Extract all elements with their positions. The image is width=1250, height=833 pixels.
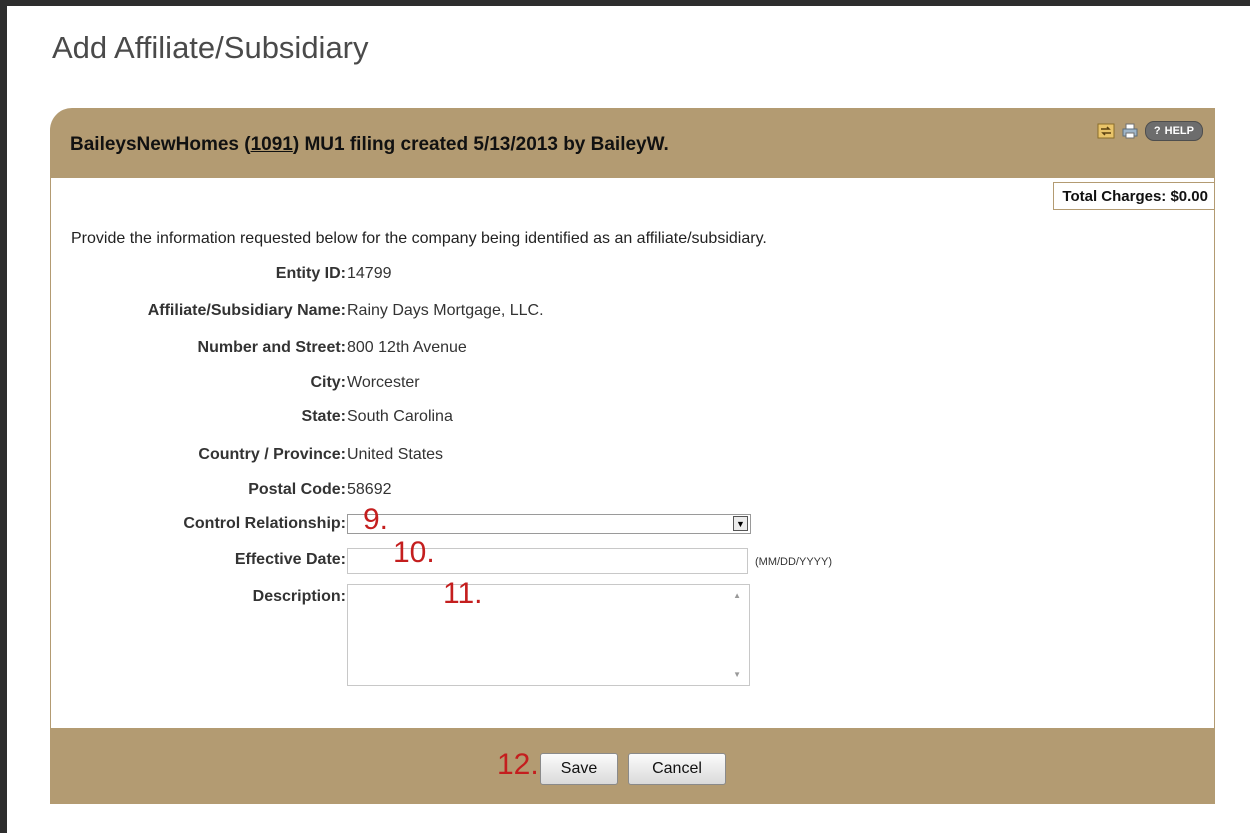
scroll-up-icon[interactable]: ▲ — [733, 591, 741, 600]
help-icon: ? — [1153, 125, 1161, 137]
header-prefix: BaileysNewHomes ( — [70, 134, 251, 155]
panel-body: Total Charges: $0.00 Provide the informa… — [50, 178, 1215, 728]
chevron-down-icon[interactable]: ▼ — [733, 516, 748, 531]
affiliate-name-value: Rainy Days Mortgage, LLC. — [347, 302, 544, 319]
description-label: Description: — [252, 588, 346, 605]
help-label: HELP — [1164, 125, 1194, 137]
effective-date-row: Effective Date: (MM/DD/YYYY) — [51, 548, 1151, 574]
postal-code-value: 58692 — [347, 481, 392, 498]
total-charges: Total Charges: $0.00 — [1053, 182, 1214, 210]
date-format-hint: (MM/DD/YYYY) — [755, 556, 832, 568]
filing-panel: BaileysNewHomes (1091) MU1 filing create… — [50, 108, 1215, 804]
scroll-down-icon[interactable]: ▼ — [733, 670, 741, 679]
street-value: 800 12th Avenue — [347, 339, 467, 356]
header-tools: ? HELP — [1097, 121, 1203, 141]
country-value: United States — [347, 446, 444, 463]
description-row: Description: ▲ ▼ — [51, 584, 1151, 688]
panel-header: BaileysNewHomes (1091) MU1 filing create… — [50, 108, 1215, 178]
panel-footer: 12. Save Cancel — [50, 728, 1215, 804]
instructions-text: Provide the information requested below … — [71, 230, 767, 247]
entity-number-link[interactable]: 1091 — [251, 134, 293, 155]
entity-id-value: 14799 — [347, 265, 392, 282]
country-label: Country / Province: — [198, 446, 346, 463]
annotation-12: 12. — [497, 748, 539, 781]
effective-date-label: Effective Date: — [234, 551, 346, 568]
state-label: State: — [301, 408, 346, 425]
state-value: South Carolina — [347, 408, 453, 425]
city-label: City: — [310, 374, 346, 391]
window-frame-top — [0, 0, 1250, 6]
affiliate-name-label: Affiliate/Subsidiary Name: — [147, 302, 346, 319]
control-relationship-row: Control Relationship: ▼ — [51, 514, 1151, 536]
header-suffix: ) MU1 filing created 5/13/2013 by Bailey… — [292, 134, 669, 155]
save-button[interactable]: Save — [540, 753, 618, 785]
swap-icon[interactable] — [1097, 122, 1115, 140]
entity-id-label: Entity ID: — [275, 265, 346, 282]
annotation-9: 9. — [363, 503, 389, 536]
control-relationship-select[interactable]: ▼ — [347, 514, 751, 534]
help-button[interactable]: ? HELP — [1144, 121, 1203, 141]
cancel-button[interactable]: Cancel — [628, 753, 726, 785]
street-label: Number and Street: — [197, 339, 346, 356]
annotation-10: 10. — [393, 536, 435, 569]
description-textarea[interactable]: ▲ ▼ — [347, 584, 750, 686]
filing-header-title: BaileysNewHomes (1091) MU1 filing create… — [70, 134, 669, 156]
window-frame-left — [0, 0, 7, 833]
page-title: Add Affiliate/Subsidiary — [52, 30, 369, 65]
control-relationship-label: Control Relationship: — [183, 515, 346, 532]
annotation-11: 11. — [443, 577, 483, 610]
print-icon[interactable] — [1121, 122, 1139, 140]
postal-code-label: Postal Code: — [248, 481, 346, 498]
city-value: Worcester — [347, 374, 420, 391]
